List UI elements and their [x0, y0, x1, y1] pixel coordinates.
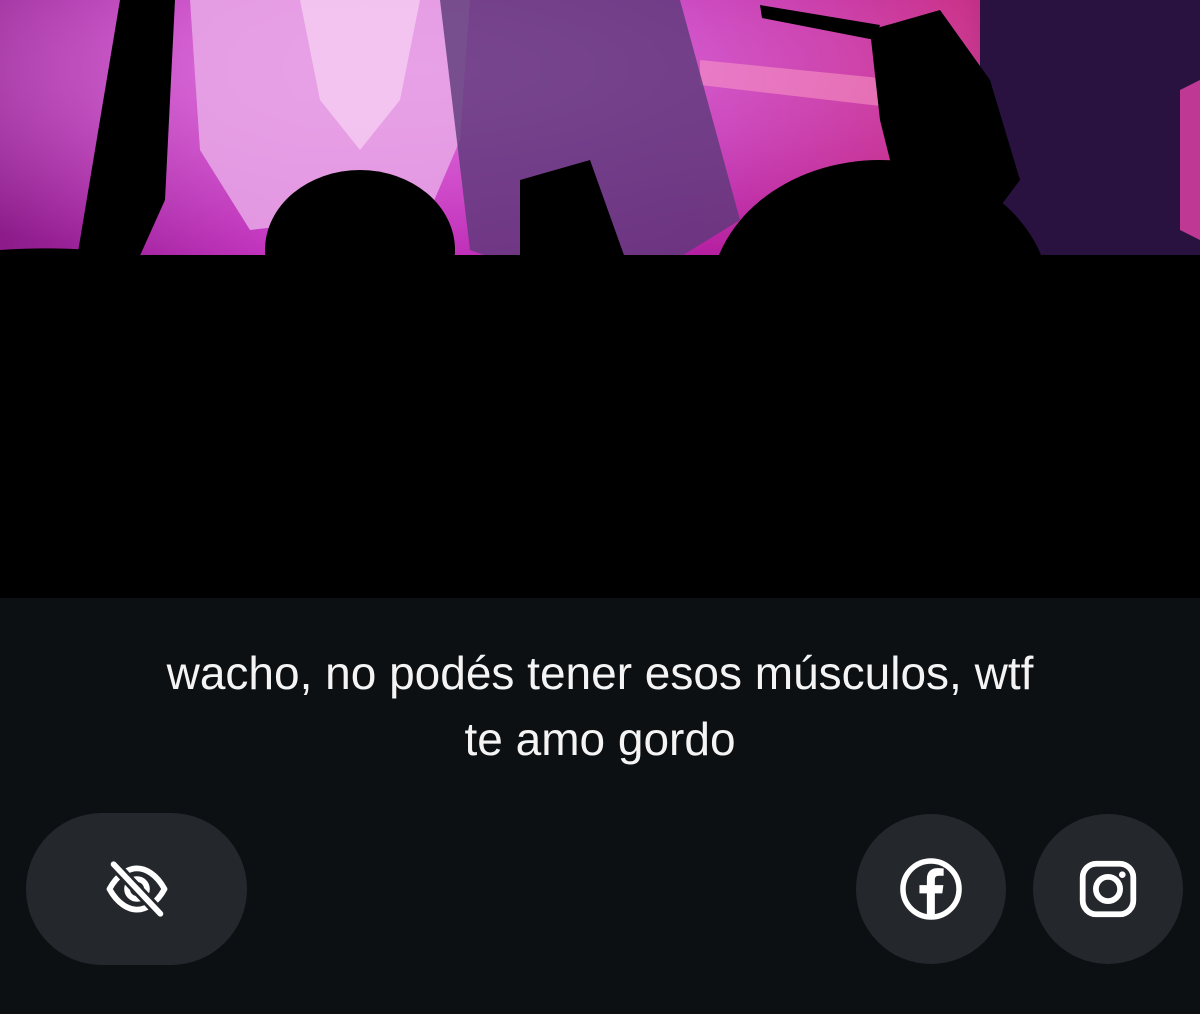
instagram-icon	[1079, 860, 1137, 918]
facebook-icon	[900, 858, 962, 920]
concert-photo	[0, 0, 1200, 598]
caption-line-2: te amo gordo	[464, 713, 736, 765]
story-viewer: wacho, no podés tener esos músculos, wtf…	[0, 0, 1200, 1014]
share-instagram-button[interactable]	[1033, 814, 1183, 964]
concert-photo-art	[0, 0, 1200, 598]
caption-line-1: wacho, no podés tener esos músculos, wtf	[166, 647, 1034, 699]
eye-off-icon	[106, 858, 167, 920]
hide-caption-button[interactable]	[26, 813, 247, 965]
share-facebook-button[interactable]	[856, 814, 1006, 964]
caption: wacho, no podés tener esos músculos, wtf…	[0, 640, 1200, 772]
